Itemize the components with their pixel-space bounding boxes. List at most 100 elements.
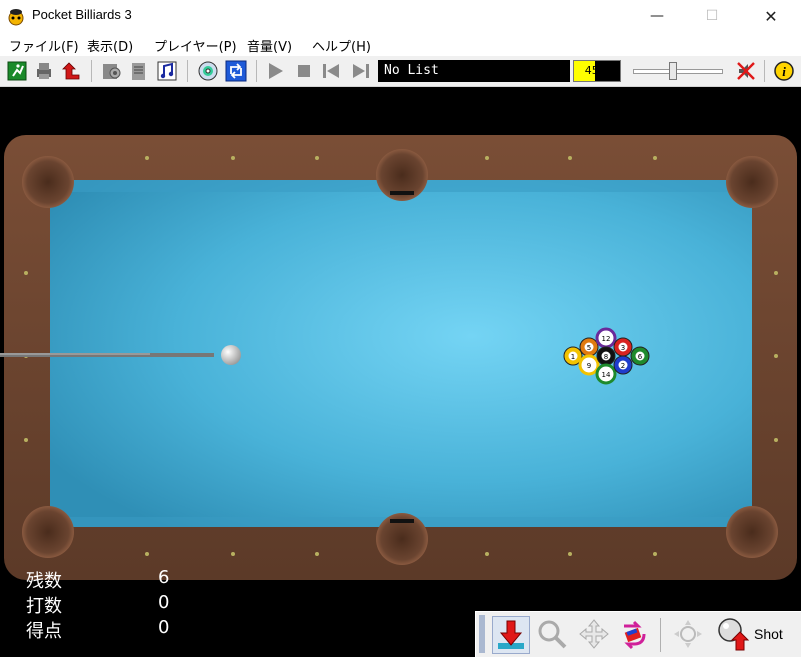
shot-label[interactable]: Shot — [754, 626, 783, 642]
toolbar-separator — [256, 60, 257, 82]
exit-button[interactable] — [6, 60, 28, 82]
playlist-edit-button[interactable] — [128, 60, 150, 82]
remaining-row: 残数 6 — [26, 567, 176, 592]
cue-stick-highlight — [0, 353, 150, 355]
mute-icon — [737, 62, 755, 80]
playlist-display[interactable]: No List — [378, 60, 570, 82]
bottom-toolbar: Shot — [475, 611, 801, 657]
title-bar: Pocket Billiards 3 — ☐ ✕ — [0, 0, 801, 32]
ball-number: 14 — [602, 371, 611, 379]
close-icon: ✕ — [764, 6, 778, 26]
cd-button[interactable] — [197, 60, 219, 82]
spin-icon — [624, 620, 646, 650]
object-ball-5: 5 — [579, 337, 599, 357]
score-row: 得点 0 — [26, 617, 176, 642]
ball-number: 3 — [621, 344, 625, 352]
ball-number: 12 — [602, 335, 611, 343]
move-button[interactable] — [576, 616, 612, 652]
shot-button[interactable] — [716, 616, 752, 652]
score-panel: 残数 6 打数 0 得点 0 — [26, 567, 176, 642]
object-ball-8: 8 — [596, 346, 616, 366]
object-ball-2: 2 — [613, 355, 633, 375]
ball-number: 9 — [587, 362, 591, 370]
place-cue-ball-icon — [498, 620, 524, 649]
stop-button[interactable] — [293, 60, 315, 82]
toolbar-separator — [187, 60, 188, 82]
object-ball-9: 9 — [578, 354, 600, 376]
bottom-toolbar-separator — [660, 618, 661, 652]
minimize-button[interactable]: — — [634, 0, 680, 32]
shots-value: 0 — [158, 592, 170, 613]
printer-icon — [37, 63, 51, 79]
menu-help[interactable]: ヘルプ(H) — [312, 36, 371, 55]
music-settings-icon — [103, 64, 121, 79]
print-button[interactable] — [33, 60, 55, 82]
zoom-button[interactable] — [534, 616, 570, 652]
object-ball-3: 3 — [613, 337, 633, 357]
toolbar-separator — [764, 60, 765, 82]
repeat-button[interactable] — [225, 60, 247, 82]
exit-icon — [7, 61, 27, 81]
spin-button[interactable] — [616, 616, 652, 652]
playlist-edit-icon — [132, 63, 145, 80]
object-ball-12: 12 — [595, 327, 617, 349]
pocket — [726, 156, 778, 208]
stop-icon — [298, 65, 310, 77]
pocket-lip — [390, 519, 414, 523]
menu-view[interactable]: 表示(D) — [87, 36, 133, 55]
previous-track-icon — [323, 64, 339, 78]
next-track-button[interactable] — [350, 60, 372, 82]
shots-label: 打数 — [26, 596, 62, 617]
object-ball-6: 6 — [630, 346, 650, 366]
previous-track-button[interactable] — [320, 60, 342, 82]
next-track-icon — [353, 64, 369, 78]
ball-number: 6 — [638, 353, 643, 361]
volume-text: 45% — [584, 64, 610, 77]
menu-bar: ファイル(F) 表示(D) プレイヤー(P) 音量(V) ヘルプ(H) — [0, 32, 801, 56]
maximize-icon: ☐ — [705, 8, 719, 24]
toolbar-separator — [91, 60, 92, 82]
minimize-icon: — — [650, 8, 664, 24]
place-cue-ball-button[interactable] — [492, 616, 530, 654]
undo-button[interactable] — [60, 60, 82, 82]
play-icon — [269, 63, 283, 79]
mute-button[interactable] — [735, 60, 757, 82]
pocket-lip — [390, 191, 414, 195]
volume-meter: 45% — [573, 60, 621, 82]
ball-number: 2 — [621, 362, 625, 370]
volume-slider-track[interactable] — [633, 69, 723, 74]
svg-text:i: i — [782, 64, 786, 79]
menu-volume[interactable]: 音量(V) — [247, 36, 292, 55]
pocket — [726, 506, 778, 558]
shot-icon — [718, 618, 750, 651]
volume-slider-thumb[interactable] — [668, 62, 677, 80]
info-button[interactable]: i — [773, 60, 795, 82]
undo-icon — [62, 62, 80, 80]
cue-ball[interactable] — [221, 345, 241, 365]
music-settings-button[interactable] — [100, 60, 122, 82]
billiards-app-icon — [8, 9, 24, 26]
ball-number: 5 — [587, 344, 591, 352]
menu-player[interactable]: プレイヤー(P) — [154, 36, 237, 55]
music-button[interactable] — [156, 60, 178, 82]
remaining-label: 残数 — [26, 571, 62, 592]
close-button[interactable]: ✕ — [748, 0, 794, 32]
menu-file[interactable]: ファイル(F) — [9, 36, 79, 55]
repeat-icon — [225, 60, 247, 82]
move-icon — [579, 619, 609, 649]
ball-number: 8 — [604, 353, 608, 361]
pocket — [22, 506, 74, 558]
score-value: 0 — [158, 617, 170, 638]
zoom-icon — [538, 620, 567, 649]
score-label: 得点 — [26, 621, 62, 642]
object-ball-14: 14 — [595, 363, 617, 385]
maximize-button[interactable]: ☐ — [689, 0, 735, 32]
aim-button[interactable] — [670, 616, 706, 652]
remaining-value: 6 — [158, 567, 170, 588]
play-button[interactable] — [264, 60, 286, 82]
window-title: Pocket Billiards 3 — [32, 7, 132, 22]
pocket — [22, 156, 74, 208]
bottom-toolbar-grip — [479, 615, 485, 653]
cd-icon — [198, 61, 218, 81]
info-icon: i — [774, 61, 794, 81]
